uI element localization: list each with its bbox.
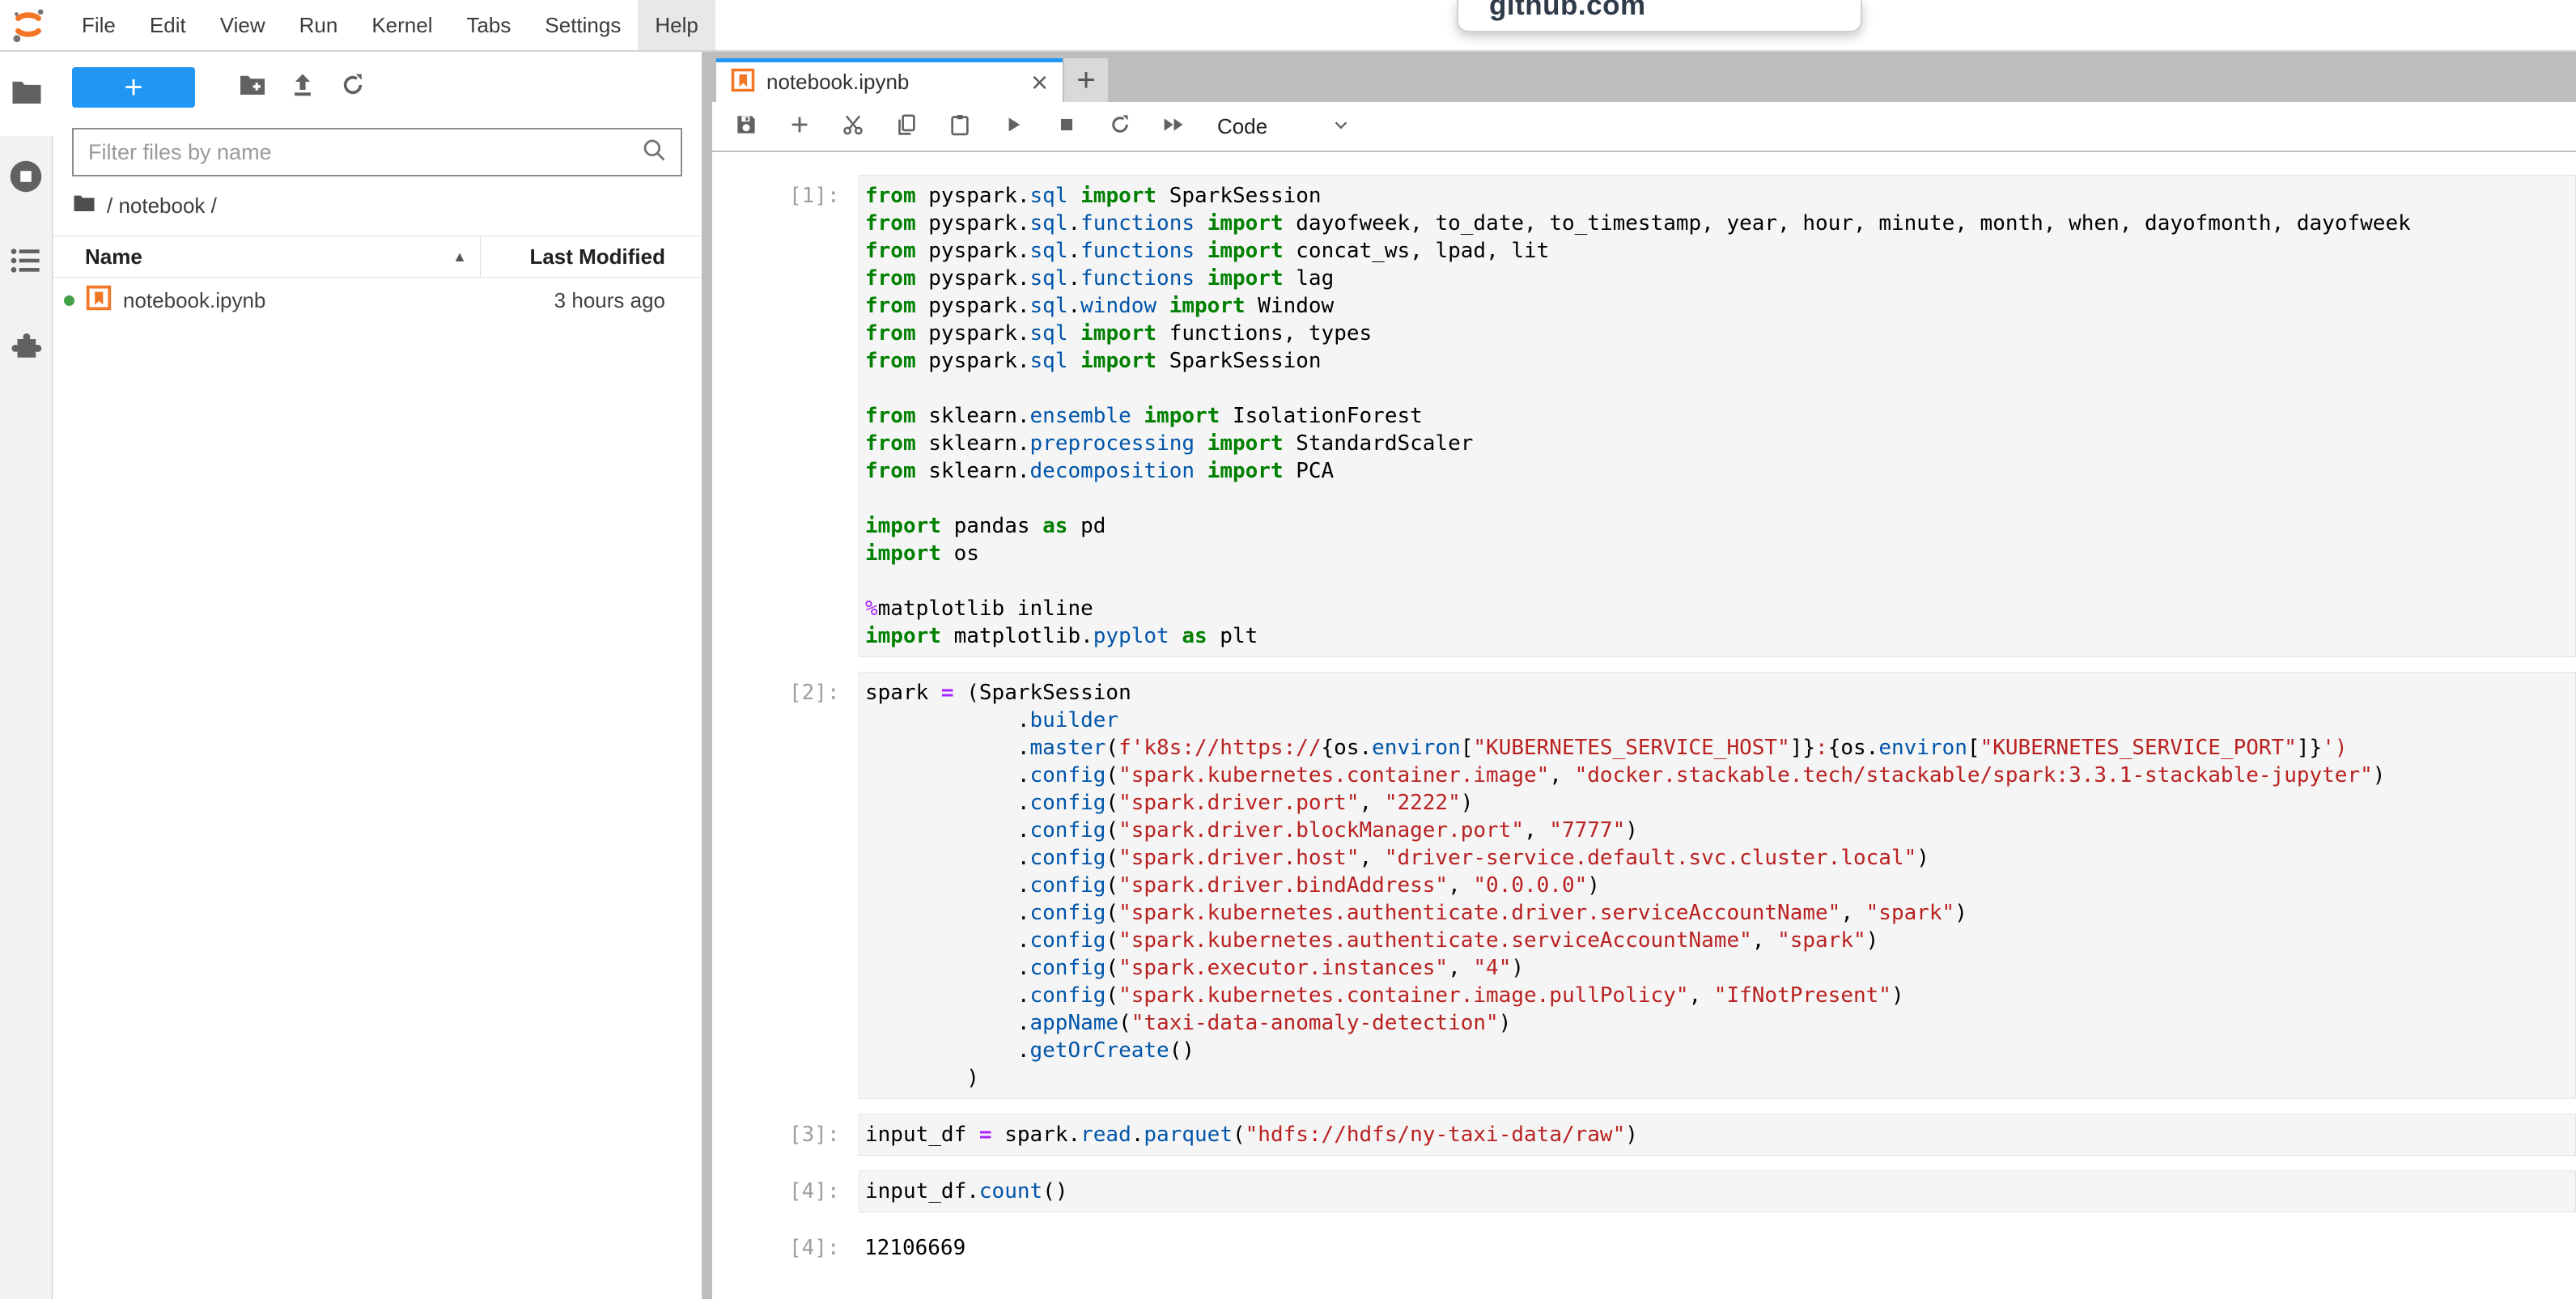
sidebar-tab-table-of-contents[interactable] [0,220,53,304]
new-launcher-button[interactable]: + [72,67,195,108]
search-icon [640,136,668,169]
cut-cells-button[interactable] [840,113,866,139]
folder-icon [10,78,44,111]
upload-icon [289,71,316,104]
cell-editor[interactable]: input_df.count() [859,1170,2576,1212]
run-cell-button[interactable] [1000,113,1026,139]
tab-label: notebook.ipynb [766,70,909,95]
browser-popup: github.com [1457,0,1862,32]
file-filter-input[interactable] [87,139,640,166]
copy-cells-button[interactable] [893,113,919,139]
panel-splitter[interactable] [702,52,712,1299]
output-cell: [4]:12106669 [789,1227,2576,1262]
menu-kernel[interactable]: Kernel [354,0,449,50]
execution-prompt: [1]: [789,175,859,657]
restart-icon [1108,112,1132,141]
sidebar-tab-extensions[interactable] [0,304,53,388]
code-cell: [1]:from pyspark.sql import SparkSession… [789,175,2576,657]
list-icon [10,247,42,278]
execution-prompt: [4]: [789,1227,859,1262]
notebook-tab-icon [731,68,755,96]
jupyterlab-window: File Edit View Run Kernel Tabs Settings … [0,0,2576,1299]
breadcrumb: / notebook / [53,176,702,229]
tab-notebook-ipynb[interactable]: notebook.ipynb × [716,58,1063,102]
notebook-area[interactable]: [1]:from pyspark.sql import SparkSession… [712,152,2576,1299]
stop-circle-icon [8,159,44,198]
jupyter-logo-icon [10,0,47,50]
chevron-down-icon[interactable] [1330,114,1352,139]
sidebar-filler [0,388,53,1299]
play-icon [1003,114,1024,139]
notebook-file-icon [86,285,112,316]
new-folder-icon [238,72,267,104]
execution-prompt: [3]: [789,1114,859,1156]
last-modified-column-label: Last Modified [529,244,665,270]
file-filter-box [72,128,682,176]
cell-editor[interactable]: spark = (SparkSession .builder .master(f… [859,672,2576,1099]
column-header-name[interactable]: Name ▲ [53,244,480,270]
cell-output: 12106669 [859,1227,2576,1262]
paste-icon [948,112,972,141]
restart-run-all-button[interactable] [1161,113,1186,139]
dock-tab-bar: notebook.ipynb × + [712,52,2576,102]
copy-icon [894,112,919,141]
menu-edit[interactable]: Edit [133,0,203,50]
close-tab-icon[interactable]: × [1031,68,1048,97]
file-row-notebook[interactable]: notebook.ipynb 3 hours ago [53,278,702,323]
cell-editor[interactable]: input_df = spark.read.parquet("hdfs://hd… [859,1114,2576,1156]
puzzle-icon [9,328,43,366]
sort-ascending-icon: ▲ [452,248,467,265]
fast-forward-icon [1160,114,1187,139]
menu-help[interactable]: Help [638,0,715,50]
sidebar-tab-running-sessions[interactable] [0,136,53,220]
breadcrumb-path[interactable]: / notebook / [107,193,217,219]
main-dock-panel: notebook.ipynb × + [712,52,2576,1299]
new-tab-button[interactable]: + [1064,58,1108,102]
paste-cells-button[interactable] [947,113,973,139]
save-button[interactable] [733,113,759,139]
file-modified: 3 hours ago [554,288,702,313]
sidebar-tab-file-browser[interactable] [0,52,53,136]
refresh-button[interactable] [328,65,378,110]
scissors-icon [841,112,865,141]
add-cell-button[interactable] [787,113,813,139]
cell-editor[interactable]: from pyspark.sql import SparkSessionfrom… [859,175,2576,657]
notebook-toolbar: Code [712,102,2576,152]
file-name: notebook.ipynb [123,288,265,313]
menu-run[interactable]: Run [282,0,355,50]
stop-icon [1056,114,1077,139]
execution-prompt: [4]: [789,1170,859,1212]
menu-tabs[interactable]: Tabs [449,0,528,50]
restart-kernel-button[interactable] [1107,113,1133,139]
popup-site-label: github.com [1489,0,1861,22]
menu-view[interactable]: View [203,0,282,50]
main-menu-bar: File Edit View Run Kernel Tabs Settings … [0,0,2576,52]
file-browser-panel: + [53,52,702,1299]
column-header-last-modified[interactable]: Last Modified [480,236,702,277]
cell-type-select[interactable]: Code [1217,114,1267,139]
plus-icon [788,113,811,140]
interrupt-kernel-button[interactable] [1054,113,1080,139]
save-icon [734,112,758,141]
code-cell: [4]:input_df.count() [789,1170,2576,1212]
home-folder-icon[interactable] [72,193,96,219]
name-column-label: Name [85,244,142,270]
code-cell: [2]:spark = (SparkSession .builder .mast… [789,672,2576,1099]
refresh-icon [339,71,367,104]
file-list-header: Name ▲ Last Modified [53,236,702,278]
new-folder-button[interactable] [227,65,278,110]
upload-button[interactable] [278,65,328,110]
code-cell: [3]:input_df = spark.read.parquet("hdfs:… [789,1114,2576,1156]
kernel-running-dot [64,295,74,306]
file-browser-toolbar: + [53,52,702,123]
left-sidebar [0,52,53,1299]
execution-prompt: [2]: [789,672,859,1099]
menu-settings[interactable]: Settings [528,0,638,50]
menu-file[interactable]: File [65,0,133,50]
